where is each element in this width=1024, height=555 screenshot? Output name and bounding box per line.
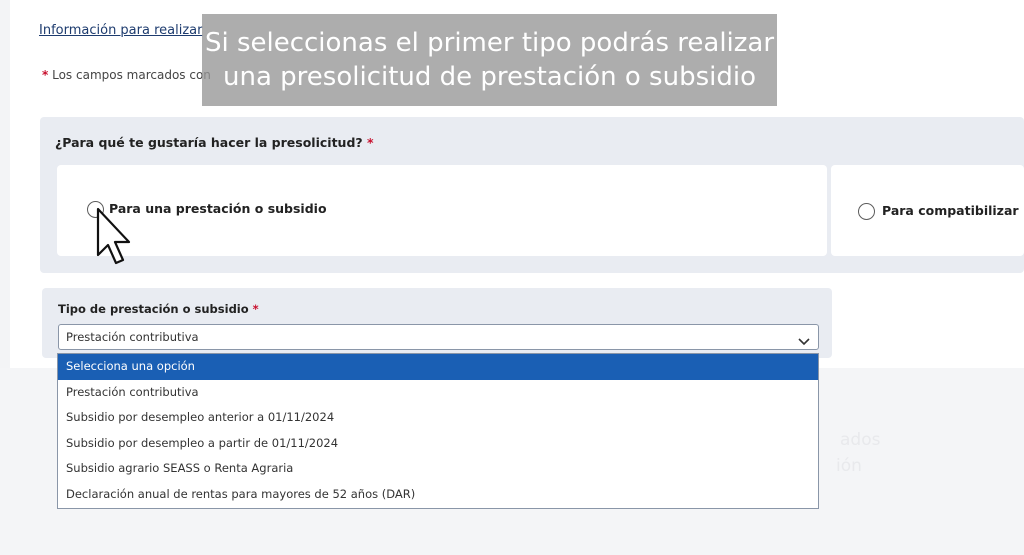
required-asterisk: * bbox=[42, 68, 49, 82]
required-fields-note: * Los campos marcados con bbox=[42, 68, 211, 82]
benefit-type-section: Tipo de prestación o subsidio * Prestaci… bbox=[42, 288, 832, 358]
presolicitud-purpose-section: ¿Para qué te gustaría hacer la presolici… bbox=[40, 117, 1024, 273]
benefit-type-selected-value: Prestación contributiva bbox=[66, 330, 199, 344]
background-text-1: ados bbox=[840, 430, 881, 450]
option-card-compatibilizar[interactable]: Para compatibilizar bbox=[831, 165, 1024, 256]
caption-line-2: una presolicitud de prestación o subsidi… bbox=[223, 62, 756, 92]
caption-line-1: Si seleccionas el primer tipo podrás rea… bbox=[204, 28, 775, 58]
mouse-cursor-icon bbox=[96, 207, 131, 265]
option-label-prestacion: Para una prestación o subsidio bbox=[109, 201, 327, 216]
dropdown-option[interactable]: Subsidio por desempleo a partir de 01/11… bbox=[58, 431, 818, 457]
dropdown-option[interactable]: Declaración anual de rentas para mayores… bbox=[58, 482, 818, 508]
benefit-type-dropdown-list: Selecciona una opción Prestación contrib… bbox=[57, 353, 819, 509]
required-asterisk: * bbox=[252, 302, 259, 316]
video-caption-overlay: Si seleccionas el primer tipo podrás rea… bbox=[202, 14, 777, 106]
dropdown-option[interactable]: Subsidio agrario SEASS o Renta Agraria bbox=[58, 456, 818, 482]
chevron-down-icon bbox=[798, 332, 810, 351]
benefit-type-label: Tipo de prestación o subsidio * bbox=[58, 302, 259, 316]
dropdown-option[interactable]: Subsidio por desempleo anterior a 01/11/… bbox=[58, 405, 818, 431]
radio-compatibilizar[interactable] bbox=[858, 203, 875, 220]
option-label-compatibilizar: Para compatibilizar bbox=[882, 203, 1019, 218]
benefit-type-select[interactable]: Prestación contributiva bbox=[58, 324, 819, 350]
info-link[interactable]: Información para realizar bbox=[39, 23, 202, 38]
dropdown-option[interactable]: Selecciona una opción bbox=[58, 354, 818, 380]
purpose-question-label: ¿Para qué te gustaría hacer la presolici… bbox=[55, 135, 363, 150]
purpose-question: ¿Para qué te gustaría hacer la presolici… bbox=[55, 135, 374, 150]
benefit-type-label-text: Tipo de prestación o subsidio bbox=[58, 302, 249, 316]
background-text-2: ión bbox=[836, 456, 862, 476]
required-note-text: Los campos marcados con bbox=[52, 68, 211, 82]
option-card-prestacion[interactable]: Para una prestación o subsidio bbox=[57, 165, 827, 256]
dropdown-option[interactable]: Prestación contributiva bbox=[58, 380, 818, 406]
required-asterisk: * bbox=[367, 135, 374, 150]
